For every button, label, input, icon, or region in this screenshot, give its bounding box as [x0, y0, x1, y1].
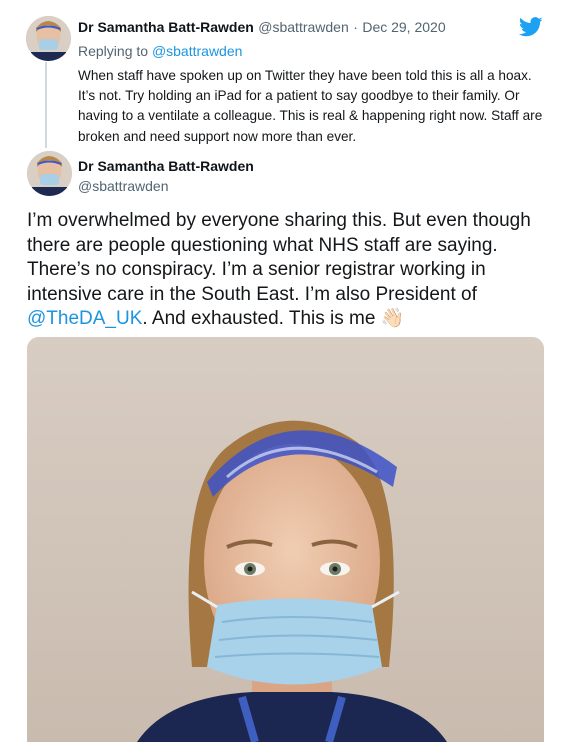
tweet-text-body: I’m overwhelmed by everyone sharing this…	[27, 210, 531, 305]
mention-link[interactable]: @TheDA_UK	[27, 308, 142, 329]
replying-to-label: Replying to	[78, 43, 149, 59]
header-separator: ·	[353, 19, 358, 35]
tweet-photo[interactable]	[27, 337, 544, 742]
quoted-tweet-text: When staff have spoken up on Twitter the…	[78, 68, 543, 144]
author-name[interactable]: Dr Samantha Batt-Rawden	[78, 158, 254, 174]
author-handle[interactable]: @sbattrawden	[78, 178, 168, 194]
quoted-author-name[interactable]: Dr Samantha Batt-Rawden	[78, 19, 254, 35]
quoted-tweet-header: Dr Samantha Batt-Rawden @sbattrawden · D…	[78, 19, 446, 37]
quoted-author-handle[interactable]: @sbattrawden	[258, 19, 348, 35]
twitter-bird-icon[interactable]	[518, 16, 543, 38]
tweet-text-ending: . And exhausted. This is me	[142, 308, 381, 329]
quoted-author-avatar[interactable]	[26, 16, 71, 61]
replying-to-line: Replying to @sbattrawden	[78, 43, 242, 59]
thread-connector-line	[45, 62, 47, 148]
replying-to-mention-link[interactable]: @sbattrawden	[152, 43, 242, 59]
author-avatar[interactable]	[27, 151, 72, 196]
tweet-text: I’m overwhelmed by everyone sharing this…	[27, 209, 557, 332]
waving-hand-emoji-icon: 👋🏻	[380, 308, 405, 329]
quoted-tweet-date[interactable]: Dec 29, 2020	[362, 19, 445, 35]
